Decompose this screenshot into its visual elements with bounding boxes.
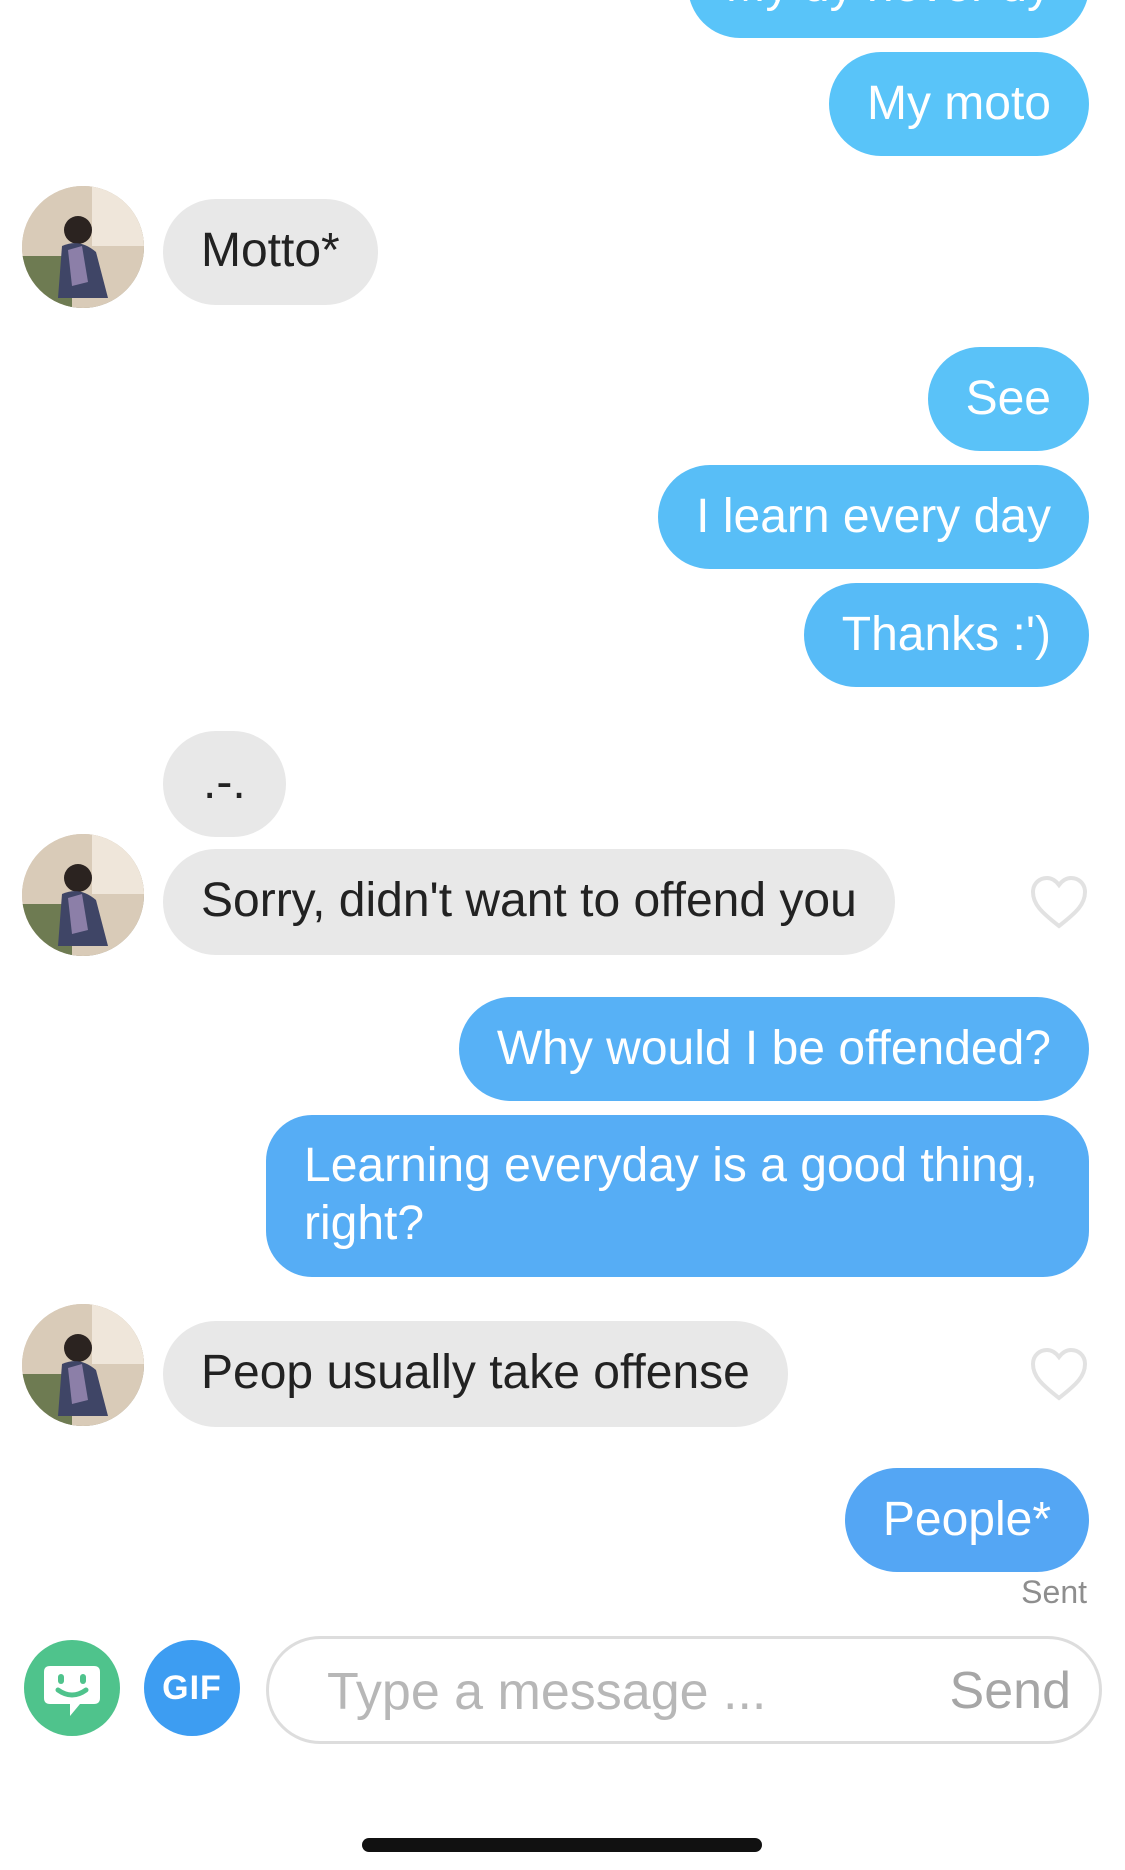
sticker-face-icon bbox=[44, 1666, 100, 1716]
send-button[interactable]: Send bbox=[950, 1659, 1071, 1723]
message-bubble-incoming[interactable]: Motto* bbox=[163, 199, 378, 305]
avatar-photo bbox=[22, 834, 144, 956]
gif-button[interactable]: GIF bbox=[144, 1640, 240, 1736]
avatar-photo bbox=[22, 1304, 144, 1426]
avatar[interactable] bbox=[22, 186, 144, 308]
delivery-status: Sent bbox=[1021, 1574, 1087, 1610]
message-bubble-incoming[interactable]: Peop usually take offense bbox=[163, 1321, 788, 1427]
avatar[interactable] bbox=[22, 834, 144, 956]
message-bubble-outgoing[interactable]: Why would I be offended? bbox=[458, 997, 1089, 1101]
avatar-photo bbox=[22, 186, 144, 308]
sticker-button[interactable] bbox=[24, 1640, 120, 1736]
message-bubble-outgoing[interactable]: Thanks :') bbox=[803, 583, 1089, 687]
message-bubble-outgoing[interactable]: Learning everyday is a good thing, right… bbox=[266, 1115, 1089, 1277]
message-input-container[interactable]: Send bbox=[266, 1636, 1102, 1744]
home-indicator bbox=[362, 1838, 762, 1852]
message-input[interactable] bbox=[325, 1657, 889, 1727]
message-bubble-incoming[interactable]: .-. bbox=[163, 731, 286, 837]
message-composer: GIF Send bbox=[0, 1610, 1125, 1770]
message-bubble-outgoing[interactable]: My moto bbox=[828, 52, 1089, 156]
message-bubble-outgoing[interactable]: See bbox=[927, 347, 1089, 451]
message-bubble-outgoing[interactable]: I learn every day bbox=[658, 465, 1089, 569]
message-bubble-outgoing[interactable]: People* bbox=[844, 1468, 1089, 1572]
message-bubble-outgoing[interactable]: My dy never dy bbox=[687, 0, 1089, 38]
avatar[interactable] bbox=[22, 1304, 144, 1426]
message-bubble-incoming[interactable]: Sorry, didn't want to offend you bbox=[163, 849, 895, 955]
message-thread[interactable]: My dy never dy My moto Motto* See I lear… bbox=[0, 0, 1125, 1600]
heart-outline-icon[interactable] bbox=[1029, 874, 1089, 930]
heart-outline-icon[interactable] bbox=[1029, 1346, 1089, 1402]
